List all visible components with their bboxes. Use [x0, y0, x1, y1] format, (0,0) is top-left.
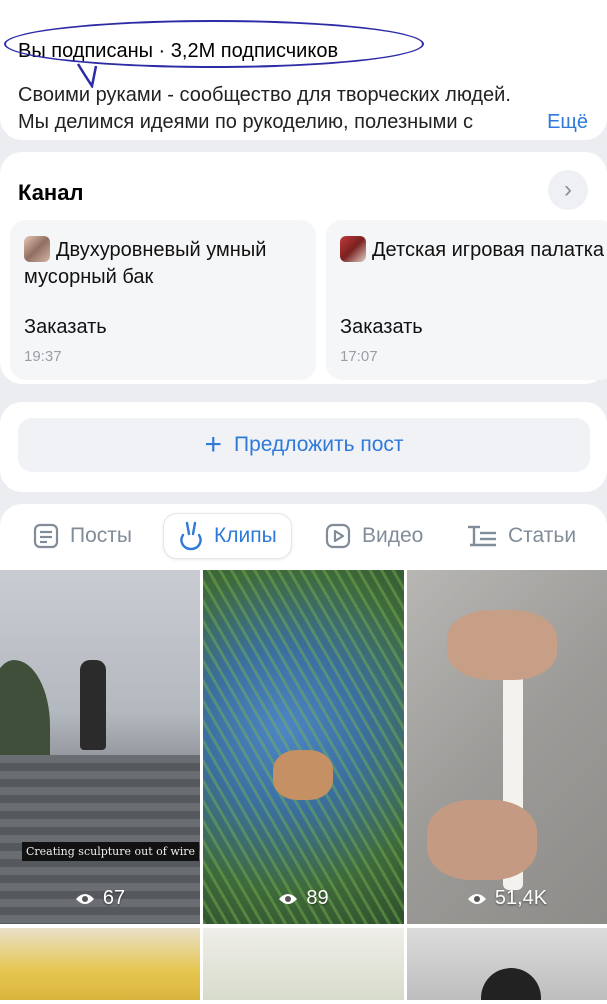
post-time: 19:37	[24, 348, 62, 365]
posts-icon	[33, 523, 59, 549]
channel-post[interactable]: Двухуровневый умный мусорный бак Заказат…	[10, 220, 316, 380]
tab-articles-label: Статьи	[508, 524, 577, 547]
tab-video-label: Видео	[362, 524, 424, 547]
suggest-post-label: Предложить пост	[234, 433, 404, 456]
clips-icon	[180, 521, 202, 551]
clip-caption: Creating sculpture out of wire	[22, 842, 200, 861]
hand-image	[273, 750, 333, 800]
post-time: 17:07	[340, 348, 378, 365]
community-description: Своими руками - сообщество для творчески…	[18, 82, 588, 136]
video-icon	[325, 523, 351, 549]
view-count-value: 89	[306, 887, 329, 909]
clip-tile[interactable]	[203, 928, 404, 1000]
hand-image	[427, 800, 537, 880]
tab-posts-label: Посты	[70, 524, 132, 547]
view-count: 89	[203, 887, 404, 910]
post-action: Заказать	[24, 316, 107, 338]
suggest-post-button[interactable]: + Предложить пост	[18, 418, 590, 472]
view-count-value: 51,4K	[494, 887, 548, 909]
articles-icon	[468, 525, 496, 547]
clip-tile[interactable]: Creating sculpture out of wire 67	[0, 570, 200, 924]
tab-posts[interactable]: Посты	[32, 514, 132, 558]
channel-title: Канал	[18, 180, 84, 205]
eye-icon	[279, 893, 298, 904]
tab-articles[interactable]: Статьи	[466, 514, 576, 558]
view-count: 51,4K	[407, 887, 607, 910]
chevron-right-icon: ›	[564, 176, 572, 203]
clip-tile[interactable]: 89	[203, 570, 404, 924]
post-title: Двухуровневый умный мусорный бак	[24, 239, 267, 288]
channel-post[interactable]: Детская игровая палатка Заказать 17:07	[326, 220, 607, 380]
hand-image	[447, 610, 557, 680]
channel-open-button[interactable]: ›	[548, 170, 588, 210]
view-count: 67	[0, 887, 200, 910]
tab-clips[interactable]: Клипы	[163, 513, 292, 559]
plus-icon: +	[204, 428, 222, 461]
annotation-oval	[4, 20, 424, 68]
post-action: Заказать	[340, 316, 423, 338]
tab-clips-label: Клипы	[214, 524, 277, 547]
eye-icon	[467, 893, 486, 904]
branches-image	[203, 570, 404, 924]
clip-tile[interactable]	[407, 928, 607, 1000]
view-count-value: 67	[102, 887, 126, 909]
description-line-2: Мы делимся идеями по рукоделию, полезным…	[18, 111, 474, 133]
description-line-1: Своими руками - сообщество для творчески…	[18, 84, 511, 106]
tab-video[interactable]: Видео	[324, 514, 423, 558]
person-image	[481, 968, 541, 1000]
more-link[interactable]: Ещё	[539, 109, 588, 136]
trees-image	[0, 660, 50, 770]
clip-tile[interactable]: 51,4K	[407, 570, 607, 924]
person-image	[80, 660, 106, 750]
clip-tile[interactable]	[0, 928, 200, 1000]
eye-icon	[75, 893, 94, 904]
post-title: Детская игровая палатка	[372, 239, 605, 261]
